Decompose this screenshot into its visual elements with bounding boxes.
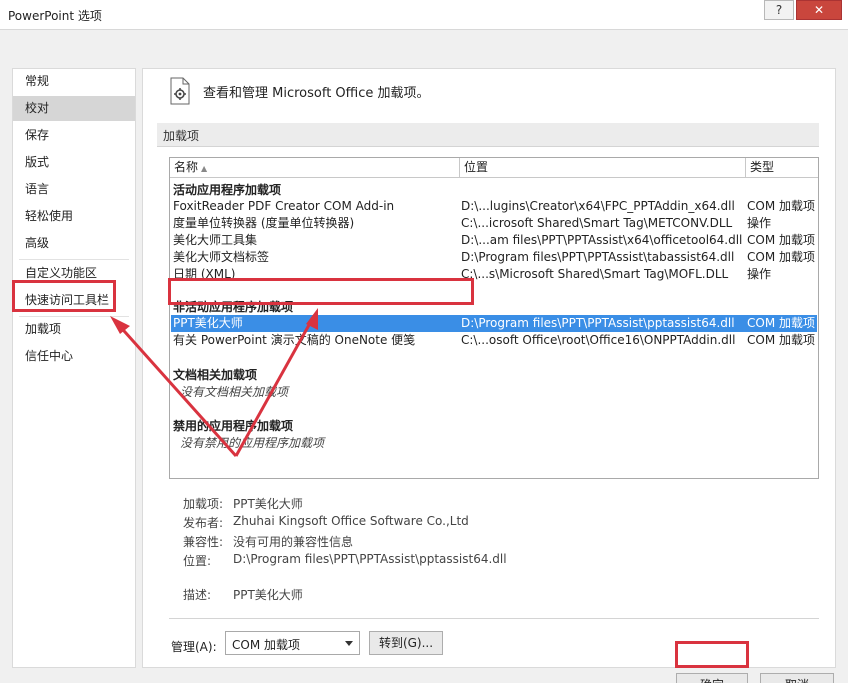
annotation-arrow-line xyxy=(234,315,316,457)
annotation-arrows xyxy=(110,308,318,458)
annotation-arrow-line xyxy=(114,320,238,458)
annotation-arrowhead xyxy=(110,316,130,334)
